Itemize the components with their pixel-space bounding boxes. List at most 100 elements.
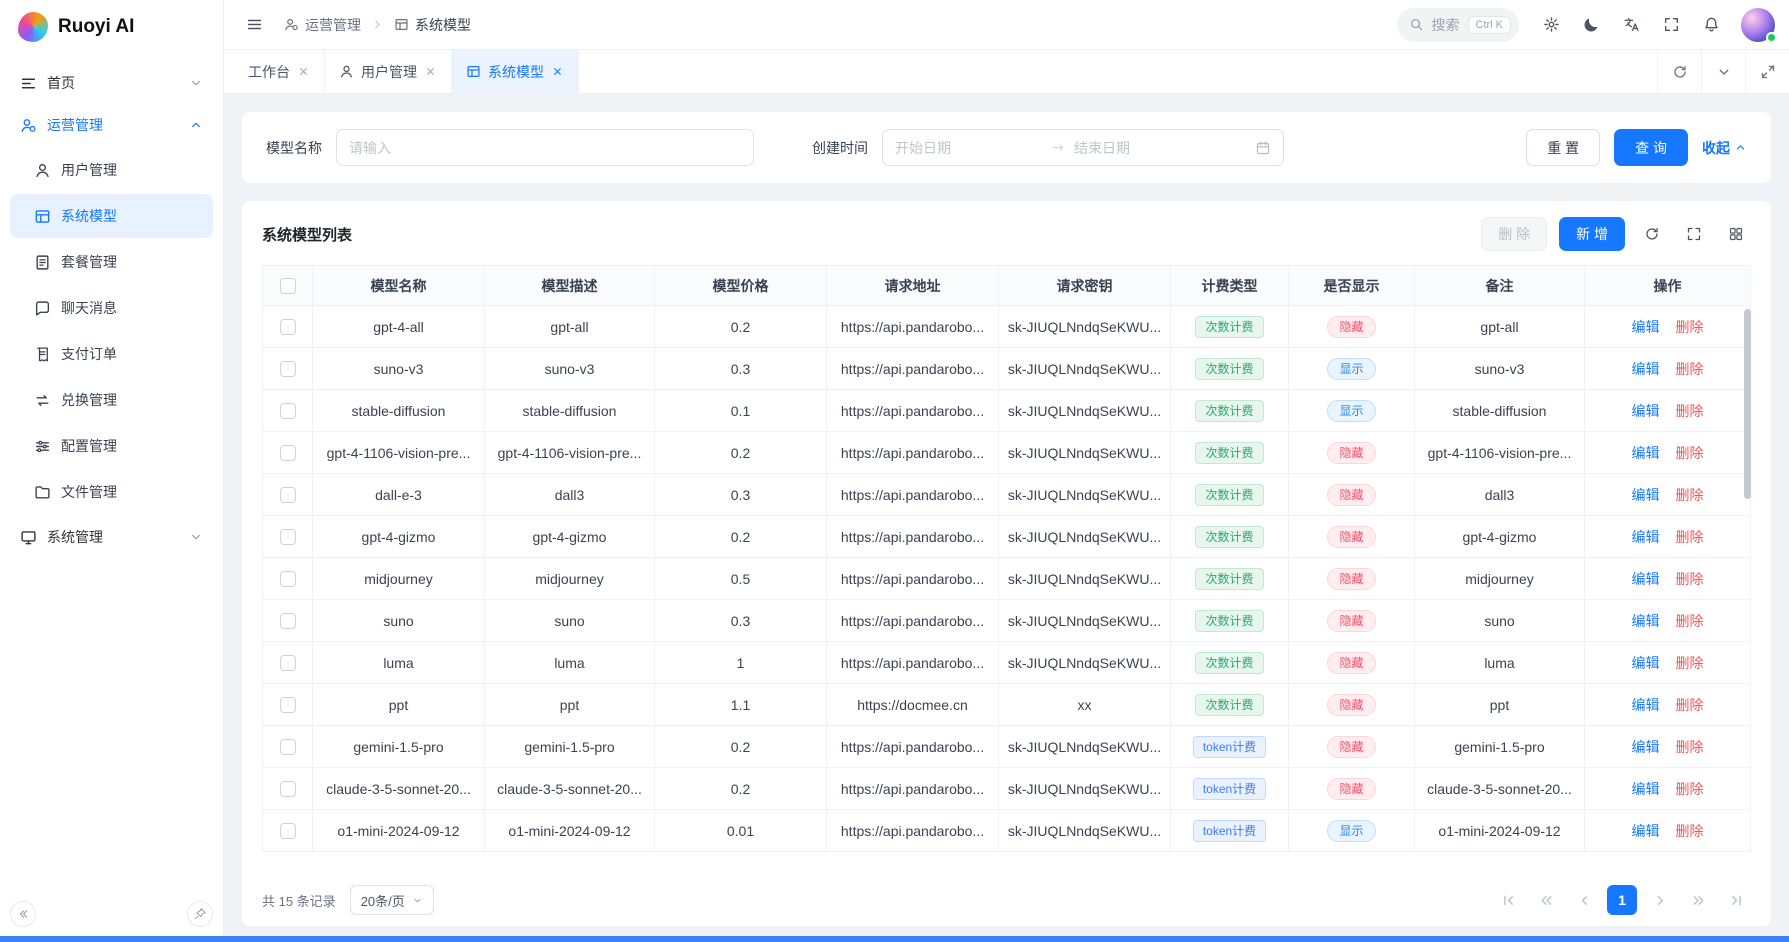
global-search[interactable]: 搜索 Ctrl K: [1397, 8, 1520, 42]
create-time-range-picker[interactable]: [882, 129, 1284, 166]
edit-link[interactable]: 编辑: [1632, 319, 1660, 335]
edit-link[interactable]: 编辑: [1632, 613, 1660, 629]
sidebar-item-packages[interactable]: 套餐管理: [10, 240, 213, 284]
delete-link[interactable]: 删除: [1676, 739, 1704, 755]
delete-link[interactable]: 删除: [1676, 655, 1704, 671]
fullscreen-button[interactable]: [1655, 9, 1687, 41]
delete-link[interactable]: 删除: [1676, 571, 1704, 587]
row-checkbox[interactable]: [280, 697, 296, 713]
row-checkbox[interactable]: [280, 487, 296, 503]
tab-users[interactable]: 用户管理: [325, 50, 452, 93]
sidebar-item-users[interactable]: 用户管理: [10, 148, 213, 192]
table-container: 模型名称模型描述模型价格请求地址请求密钥计费类型是否显示备注操作 gpt-4-a…: [262, 265, 1751, 874]
edit-link[interactable]: 编辑: [1632, 487, 1660, 503]
maximize-content-button[interactable]: [1745, 50, 1789, 93]
row-checkbox[interactable]: [280, 781, 296, 797]
reset-button[interactable]: 重 置: [1526, 129, 1600, 166]
tab-close-icon[interactable]: [297, 65, 310, 78]
refresh-table-button[interactable]: [1637, 219, 1667, 249]
sidebar-item-home[interactable]: 首页: [10, 62, 213, 104]
row-checkbox[interactable]: [280, 823, 296, 839]
sidebar-item-config[interactable]: 配置管理: [10, 424, 213, 468]
brand[interactable]: Ruoyi AI: [0, 0, 223, 54]
total-records-text: 共 15 条记录: [262, 891, 336, 910]
next-5-pages-button[interactable]: [1683, 885, 1713, 915]
fullscreen-table-button[interactable]: [1679, 219, 1709, 249]
batch-delete-button[interactable]: 删 除: [1481, 217, 1547, 251]
row-checkbox[interactable]: [280, 571, 296, 587]
collapse-filter-link[interactable]: 收起: [1702, 138, 1747, 158]
sidebar-item-models[interactable]: 系统模型: [10, 194, 213, 238]
pin-icon[interactable]: [187, 901, 213, 927]
row-checkbox[interactable]: [280, 445, 296, 461]
edit-link[interactable]: 编辑: [1632, 739, 1660, 755]
table-row: gpt-4-allgpt-all0.2https://api.pandarobo…: [263, 306, 1751, 348]
cell-model-name: midjourney: [313, 558, 485, 600]
collapse-sidebar-button[interactable]: [10, 901, 36, 927]
settings-button[interactable]: [1535, 9, 1567, 41]
prev-page-button[interactable]: [1569, 885, 1599, 915]
menu-toggle-button[interactable]: [238, 9, 270, 41]
edit-link[interactable]: 编辑: [1632, 781, 1660, 797]
file-icon: [34, 484, 51, 501]
sidebar-item-chat-messages[interactable]: 聊天消息: [10, 286, 213, 330]
sidebar-item-label: 套餐管理: [61, 252, 117, 272]
user-avatar[interactable]: [1741, 8, 1775, 42]
tab-models[interactable]: 系统模型: [452, 50, 579, 93]
sidebar-item-files[interactable]: 文件管理: [10, 470, 213, 514]
delete-link[interactable]: 删除: [1676, 487, 1704, 503]
first-page-button[interactable]: [1493, 885, 1523, 915]
breadcrumb-item-operations[interactable]: 运营管理: [284, 15, 361, 35]
tab-label: 系统模型: [488, 62, 544, 82]
delete-link[interactable]: 删除: [1676, 529, 1704, 545]
refresh-tab-button[interactable]: [1657, 50, 1701, 93]
sidebar-item-exchange[interactable]: 兑换管理: [10, 378, 213, 422]
page-size-select[interactable]: 20条/页: [350, 885, 434, 915]
row-checkbox[interactable]: [280, 403, 296, 419]
row-checkbox[interactable]: [280, 319, 296, 335]
delete-link[interactable]: 删除: [1676, 361, 1704, 377]
tab-menu-button[interactable]: [1701, 50, 1745, 93]
column-settings-button[interactable]: [1721, 219, 1751, 249]
prev-5-pages-button[interactable]: [1531, 885, 1561, 915]
delete-link[interactable]: 删除: [1676, 613, 1704, 629]
tab-workbench[interactable]: 工作台: [234, 50, 325, 93]
tab-close-icon[interactable]: [551, 65, 564, 78]
last-page-button[interactable]: [1721, 885, 1751, 915]
language-button[interactable]: [1615, 9, 1647, 41]
delete-link[interactable]: 删除: [1676, 781, 1704, 797]
edit-link[interactable]: 编辑: [1632, 655, 1660, 671]
select-all-checkbox[interactable]: [280, 278, 296, 294]
start-date-input[interactable]: [895, 140, 1043, 156]
edit-link[interactable]: 编辑: [1632, 529, 1660, 545]
query-button[interactable]: 查 询: [1614, 129, 1688, 166]
model-name-input[interactable]: [336, 129, 754, 166]
sidebar-item-payment-orders[interactable]: 支付订单: [10, 332, 213, 376]
edit-link[interactable]: 编辑: [1632, 571, 1660, 587]
delete-link[interactable]: 删除: [1676, 319, 1704, 335]
delete-link[interactable]: 删除: [1676, 445, 1704, 461]
edit-link[interactable]: 编辑: [1632, 403, 1660, 419]
edit-link[interactable]: 编辑: [1632, 697, 1660, 713]
tab-close-icon[interactable]: [424, 65, 437, 78]
page-1-button[interactable]: 1: [1607, 885, 1637, 915]
notifications-button[interactable]: [1695, 9, 1727, 41]
table-scrollbar[interactable]: [1744, 309, 1751, 499]
row-checkbox[interactable]: [280, 739, 296, 755]
delete-link[interactable]: 删除: [1676, 403, 1704, 419]
edit-link[interactable]: 编辑: [1632, 445, 1660, 461]
sidebar-group-system[interactable]: 系统管理: [10, 516, 213, 558]
edit-link[interactable]: 编辑: [1632, 823, 1660, 839]
dark-mode-button[interactable]: [1575, 9, 1607, 41]
next-page-button[interactable]: [1645, 885, 1675, 915]
row-checkbox[interactable]: [280, 361, 296, 377]
sidebar-group-operations[interactable]: 运营管理: [10, 104, 213, 146]
row-checkbox[interactable]: [280, 655, 296, 671]
end-date-input[interactable]: [1074, 140, 1222, 156]
edit-link[interactable]: 编辑: [1632, 361, 1660, 377]
delete-link[interactable]: 删除: [1676, 823, 1704, 839]
row-checkbox[interactable]: [280, 613, 296, 629]
row-checkbox[interactable]: [280, 529, 296, 545]
add-button[interactable]: 新 增: [1559, 217, 1625, 251]
delete-link[interactable]: 删除: [1676, 697, 1704, 713]
